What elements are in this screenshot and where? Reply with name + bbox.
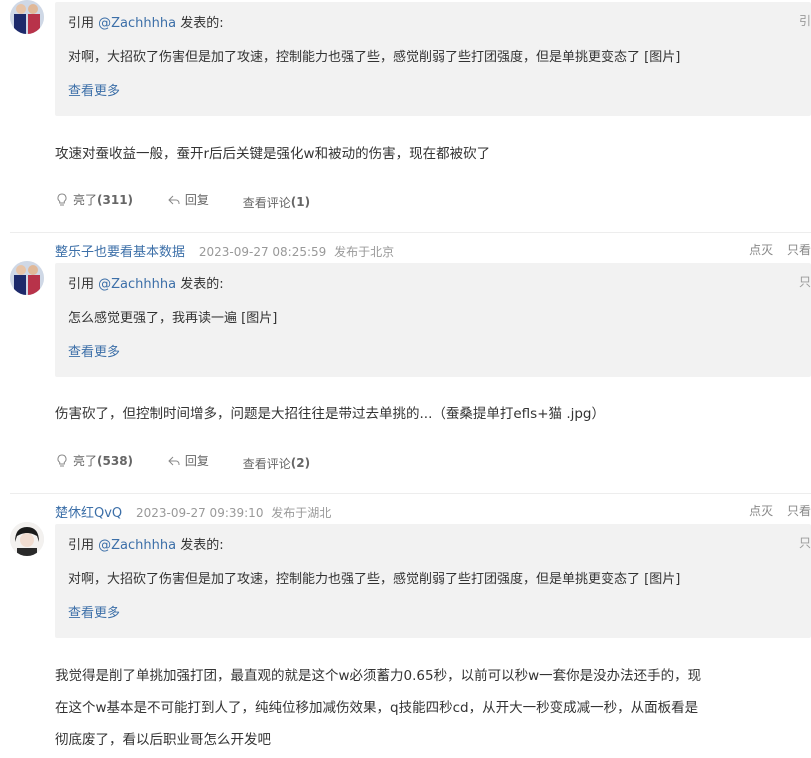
quote-header: 引用 @Zachhhha 发表的: <box>68 16 224 31</box>
quote-block: 引用 @Zachhhha 发表的: 对啊，大招砍了伤害但是加了攻速，控制能力也强… <box>55 524 811 638</box>
reply-post: 引用 @Zachhhha 发表的: 对啊，大招砍了伤害但是加了攻速，控制能力也强… <box>0 0 811 232</box>
user-avatar[interactable] <box>10 0 44 34</box>
quoted-user-link[interactable]: @Zachhhha <box>98 16 176 31</box>
quote-corner-text: 只 <box>798 536 811 550</box>
post-location: 发布于湖北 <box>271 506 332 520</box>
quote-block: 引用 @Zachhhha 发表的: 对啊，大招砍了伤害但是加了攻速，控制能力也强… <box>55 2 811 116</box>
quote-header: 引用 @Zachhhha 发表的: <box>68 277 224 292</box>
lightbulb-icon <box>57 192 67 205</box>
view-comments-button[interactable]: 查看评论 (1) <box>243 194 310 211</box>
dislike-button[interactable]: 点灭 <box>749 504 773 518</box>
quote-text: 对啊，大招砍了伤害但是加了攻速，控制能力也强了些，感觉削弱了些打团强度，但是单挑… <box>68 50 681 65</box>
username-link[interactable]: 整乐子也要看基本数据 <box>55 245 185 260</box>
quote-corner-text: 引 <box>798 14 811 28</box>
see-more-link[interactable]: 查看更多 <box>68 602 120 621</box>
see-more-link[interactable]: 查看更多 <box>68 80 120 99</box>
post-location: 发布于北京 <box>334 245 395 259</box>
quote-header: 引用 @Zachhhha 发表的: <box>68 538 224 553</box>
quote-block: 引用 @Zachhhha 发表的: 怎么感觉更强了，我再读一遍 [图片] 查看更… <box>55 263 811 377</box>
only-view-author-button[interactable]: 只看 <box>787 243 811 257</box>
reply-post: 整乐子也要看基本数据 2023-09-27 08:25:59 发布于北京 点灭 … <box>0 233 811 492</box>
username-link[interactable]: 楚休红QvQ <box>55 506 122 521</box>
post-actions: 亮了 (538) 回复 查看评论 (2) <box>55 452 340 472</box>
reply-post: 楚休红QvQ 2023-09-27 09:39:10 发布于湖北 点灭 只看 引… <box>0 494 811 758</box>
user-avatar[interactable] <box>10 522 44 556</box>
dislike-button[interactable]: 点灭 <box>749 243 773 257</box>
quoted-user-link[interactable]: @Zachhhha <box>98 277 176 292</box>
post-meta: 整乐子也要看基本数据 2023-09-27 08:25:59 发布于北京 <box>55 241 394 260</box>
post-meta: 楚休红QvQ 2023-09-27 09:39:10 发布于湖北 <box>55 502 331 521</box>
post-body: 我觉得是削了单挑加强打团，最直观的就是这个w必须蓄力0.65秒，以前可以秒w一套… <box>55 668 702 748</box>
post-time: 2023-09-27 09:39:10 <box>136 506 264 520</box>
post-actions: 亮了 (311) 回复 查看评论 (1) <box>55 191 340 211</box>
like-button[interactable]: 亮了 (538) <box>55 452 133 469</box>
view-comments-button[interactable]: 查看评论 (2) <box>243 455 310 472</box>
post-meta-actions: 点灭 只看 <box>739 502 811 519</box>
reply-icon <box>168 456 180 465</box>
quote-text: 怎么感觉更强了，我再读一遍 [图片] <box>68 311 278 326</box>
lightbulb-icon <box>57 453 67 466</box>
quote-text: 对啊，大招砍了伤害但是加了攻速，控制能力也强了些，感觉削弱了些打团强度，但是单挑… <box>68 572 681 587</box>
reply-button[interactable]: 回复 <box>167 452 209 469</box>
user-avatar[interactable] <box>10 261 44 295</box>
reply-icon <box>168 195 180 204</box>
quote-corner-text: 只 <box>798 275 811 289</box>
post-meta-actions: 点灭 只看 <box>739 241 811 258</box>
post-body: 伤害砍了，但控制时间增多，问题是大招往往是带过去单挑的...（蚕桑提单打efls… <box>55 406 605 422</box>
see-more-link[interactable]: 查看更多 <box>68 341 120 360</box>
post-time: 2023-09-27 08:25:59 <box>198 245 327 259</box>
only-view-author-button[interactable]: 只看 <box>787 504 811 518</box>
like-button[interactable]: 亮了 (311) <box>55 191 133 208</box>
reply-button[interactable]: 回复 <box>167 191 209 208</box>
post-body: 攻速对蚕收益一般，蚕开r后后关键是强化w和被动的伤害，现在都被砍了 <box>55 146 491 162</box>
quoted-user-link[interactable]: @Zachhhha <box>98 538 176 553</box>
